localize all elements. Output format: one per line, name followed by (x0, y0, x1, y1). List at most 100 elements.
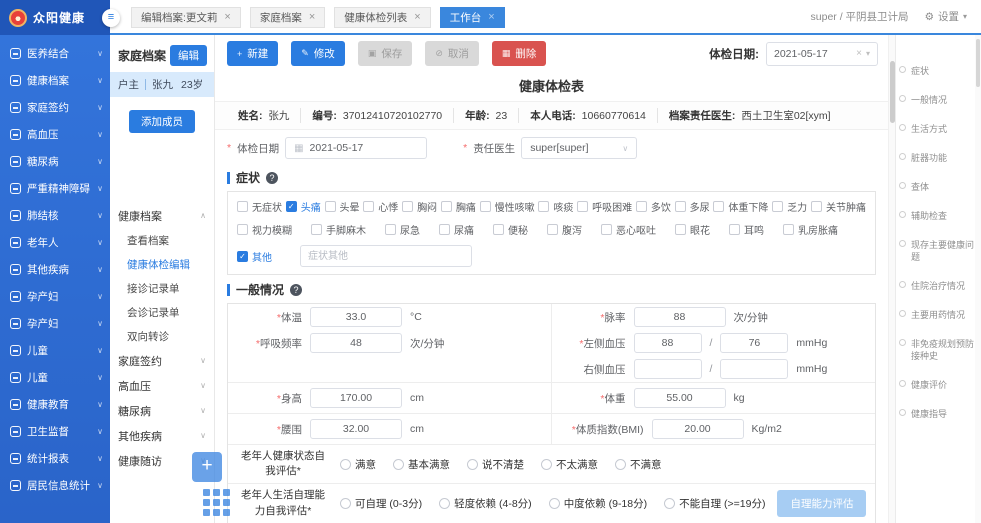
archive-sub-item[interactable]: 接诊记录单 (110, 276, 214, 300)
radio-option[interactable]: 中度依赖 (9-18分) (549, 496, 647, 511)
sidebar-item[interactable]: 孕产妇 ∨ (0, 283, 110, 310)
symptom-checkbox-item[interactable]: ✓ 手脚麻木 (311, 222, 366, 237)
panel-group-item[interactable]: 其他疾病 ∨ (110, 423, 214, 448)
symptom-checkbox-item[interactable]: ✓ 眼花 (675, 222, 710, 237)
radio-option[interactable]: 基本满意 (393, 457, 450, 472)
save-button[interactable]: ▣ 保存 (358, 41, 413, 66)
sidebar-item[interactable]: 医养结合 ∨ (0, 40, 110, 67)
tab-close-icon[interactable]: × (488, 12, 494, 23)
symptom-checkbox-item[interactable]: ✓ 关节肿痛 (811, 199, 866, 214)
exam-date-input[interactable]: ▦ 2021-05-17 (285, 137, 427, 159)
bp-right-systolic-input[interactable] (634, 359, 702, 379)
symptom-checkbox-item[interactable]: ✓ 胸痛 (441, 199, 476, 214)
pulse-input[interactable] (634, 307, 726, 327)
anchor-item[interactable]: 住院治疗情况 (899, 280, 979, 292)
archive-sub-item[interactable]: 健康体检编辑 (110, 252, 214, 276)
sidebar-item[interactable]: 孕产妇 ∨ (0, 310, 110, 337)
floating-add-button[interactable]: + (192, 452, 222, 482)
respiration-input[interactable] (310, 333, 402, 353)
sidebar-item[interactable]: 健康档案 ∨ (0, 67, 110, 94)
radio-option[interactable]: 不太满意 (541, 457, 598, 472)
symptom-checkbox-item[interactable]: ✓ 腹泻 (547, 222, 582, 237)
nav-tab[interactable]: 编辑档案:更文莉 × (131, 7, 241, 28)
anchor-item[interactable]: 生活方式 (899, 123, 979, 135)
sidebar-item[interactable]: 卫生监督 ∨ (0, 418, 110, 445)
symptom-checkbox-item[interactable]: ✓ 慢性咳嗽 (480, 199, 535, 214)
anchor-item[interactable]: 主要用药情况 (899, 309, 979, 321)
symptom-checkbox-item[interactable]: ✓ 多尿 (675, 199, 710, 214)
symptom-checkbox-item[interactable]: ✓ 乏力 (772, 199, 807, 214)
sidebar-item[interactable]: 其他疾病 ∨ (0, 256, 110, 283)
sidebar-item[interactable]: 儿童 ∨ (0, 364, 110, 391)
weight-input[interactable] (634, 388, 726, 408)
symptom-checkbox-item[interactable]: ✓ 头痛 (286, 199, 321, 214)
anchor-item[interactable]: 健康指导 (899, 408, 979, 420)
symptom-checkbox-item[interactable]: ✓ 呼吸困难 (577, 199, 632, 214)
radio-option[interactable]: 满意 (340, 457, 376, 472)
help-icon[interactable]: ? (266, 172, 278, 184)
radio-option[interactable]: 轻度依赖 (4-8分) (439, 496, 532, 511)
sidebar-item[interactable]: 儿童 ∨ (0, 337, 110, 364)
symptom-checkbox-item[interactable]: ✓ 恶心呕吐 (601, 222, 656, 237)
settings-button[interactable]: ⚙ 设置 ▾ (925, 9, 967, 24)
sidebar-item[interactable]: 高血压 ∨ (0, 121, 110, 148)
help-icon[interactable]: ? (290, 284, 302, 296)
family-member-row[interactable]: 户主 张九 23岁 (110, 72, 214, 97)
radio-option[interactable]: 说不清楚 (467, 457, 524, 472)
panel-group-item[interactable]: 糖尿病 ∨ (110, 398, 214, 423)
symptom-checkbox-item[interactable]: ✓ 尿急 (385, 222, 420, 237)
symptom-other-input[interactable] (300, 245, 472, 267)
radio-option[interactable]: 不满意 (615, 457, 662, 472)
radio-option[interactable]: 不能自理 (>=19分) (664, 496, 765, 511)
archive-group-header[interactable]: 健康档案 ∧ (110, 203, 214, 228)
symptom-checkbox-item[interactable]: ✓ 胸闷 (402, 199, 437, 214)
symptom-other-checkbox[interactable]: ✓ 其他 (237, 249, 272, 264)
nav-tab[interactable]: 家庭档案 × (250, 7, 325, 28)
temperature-input[interactable] (310, 307, 402, 327)
symptom-checkbox-item[interactable]: ✓ 耳鸣 (729, 222, 764, 237)
tab-close-icon[interactable]: × (309, 12, 315, 23)
symptom-checkbox-item[interactable]: ✓ 便秘 (493, 222, 528, 237)
right-scrollbar-thumb[interactable] (976, 39, 980, 87)
anchor-item[interactable]: 非免疫规划预防接种史 (899, 338, 979, 362)
symptom-checkbox-item[interactable]: ✓ 尿痛 (439, 222, 474, 237)
anchor-item[interactable]: 辅助检查 (899, 210, 979, 222)
symptom-checkbox-item[interactable]: ✓ 体重下降 (713, 199, 768, 214)
tab-close-icon[interactable]: × (224, 12, 230, 23)
anchor-item[interactable]: 现存主要健康问题 (899, 239, 979, 263)
sidebar-item[interactable]: 家庭签约 ∨ (0, 94, 110, 121)
nav-tab[interactable]: 工作台 × (440, 7, 505, 28)
add-member-button[interactable]: 添加成员 (129, 110, 195, 133)
self-care-assess-button[interactable]: 自理能力评估 (777, 490, 866, 517)
cancel-button[interactable]: ⊘ 取消 (425, 41, 479, 66)
sidebar-item[interactable]: 健康教育 ∨ (0, 391, 110, 418)
symptom-checkbox-item[interactable]: ✓ 多饮 (636, 199, 671, 214)
symptom-checkbox-item[interactable]: ✓ 头晕 (325, 199, 360, 214)
sidebar-item[interactable]: 肺结核 ∨ (0, 202, 110, 229)
anchor-item[interactable]: 健康评价 (899, 379, 979, 391)
bmi-input[interactable] (652, 419, 744, 439)
anchor-item[interactable]: 脏器功能 (899, 152, 979, 164)
anchor-item[interactable]: 查体 (899, 181, 979, 193)
symptom-checkbox-item[interactable]: ✓ 乳房胀痛 (783, 222, 838, 237)
clear-icon[interactable]: × (856, 48, 862, 59)
doctor-select[interactable]: super[super] ∨ (521, 137, 637, 159)
sidebar-item[interactable]: 糖尿病 ∨ (0, 148, 110, 175)
nav-tab[interactable]: 健康体检列表 × (334, 7, 430, 28)
sidebar-item[interactable]: 统计报表 ∨ (0, 445, 110, 472)
sidebar-item[interactable]: 严重精神障碍 ∨ (0, 175, 110, 202)
edit-button[interactable]: ✎ 修改 (291, 41, 345, 66)
height-input[interactable] (310, 388, 402, 408)
bp-left-diastolic-input[interactable] (720, 333, 788, 353)
new-button[interactable]: + 新建 (227, 41, 278, 66)
archive-sub-item[interactable]: 双向转诊 (110, 324, 214, 348)
panel-group-item[interactable]: 家庭签约 ∨ (110, 348, 214, 373)
archive-sub-item[interactable]: 查看档案 (110, 228, 214, 252)
exam-date-filter-select[interactable]: 2021-05-17 × ▾ (766, 42, 878, 66)
sidebar-item[interactable]: 老年人 ∨ (0, 229, 110, 256)
radio-option[interactable]: 可自理 (0-3分) (340, 496, 422, 511)
sidebar-item[interactable]: 居民信息统计 ∨ (0, 472, 110, 499)
waist-input[interactable] (310, 419, 402, 439)
symptom-checkbox-item[interactable]: ✓ 视力模糊 (237, 222, 292, 237)
tab-close-icon[interactable]: × (414, 12, 420, 23)
